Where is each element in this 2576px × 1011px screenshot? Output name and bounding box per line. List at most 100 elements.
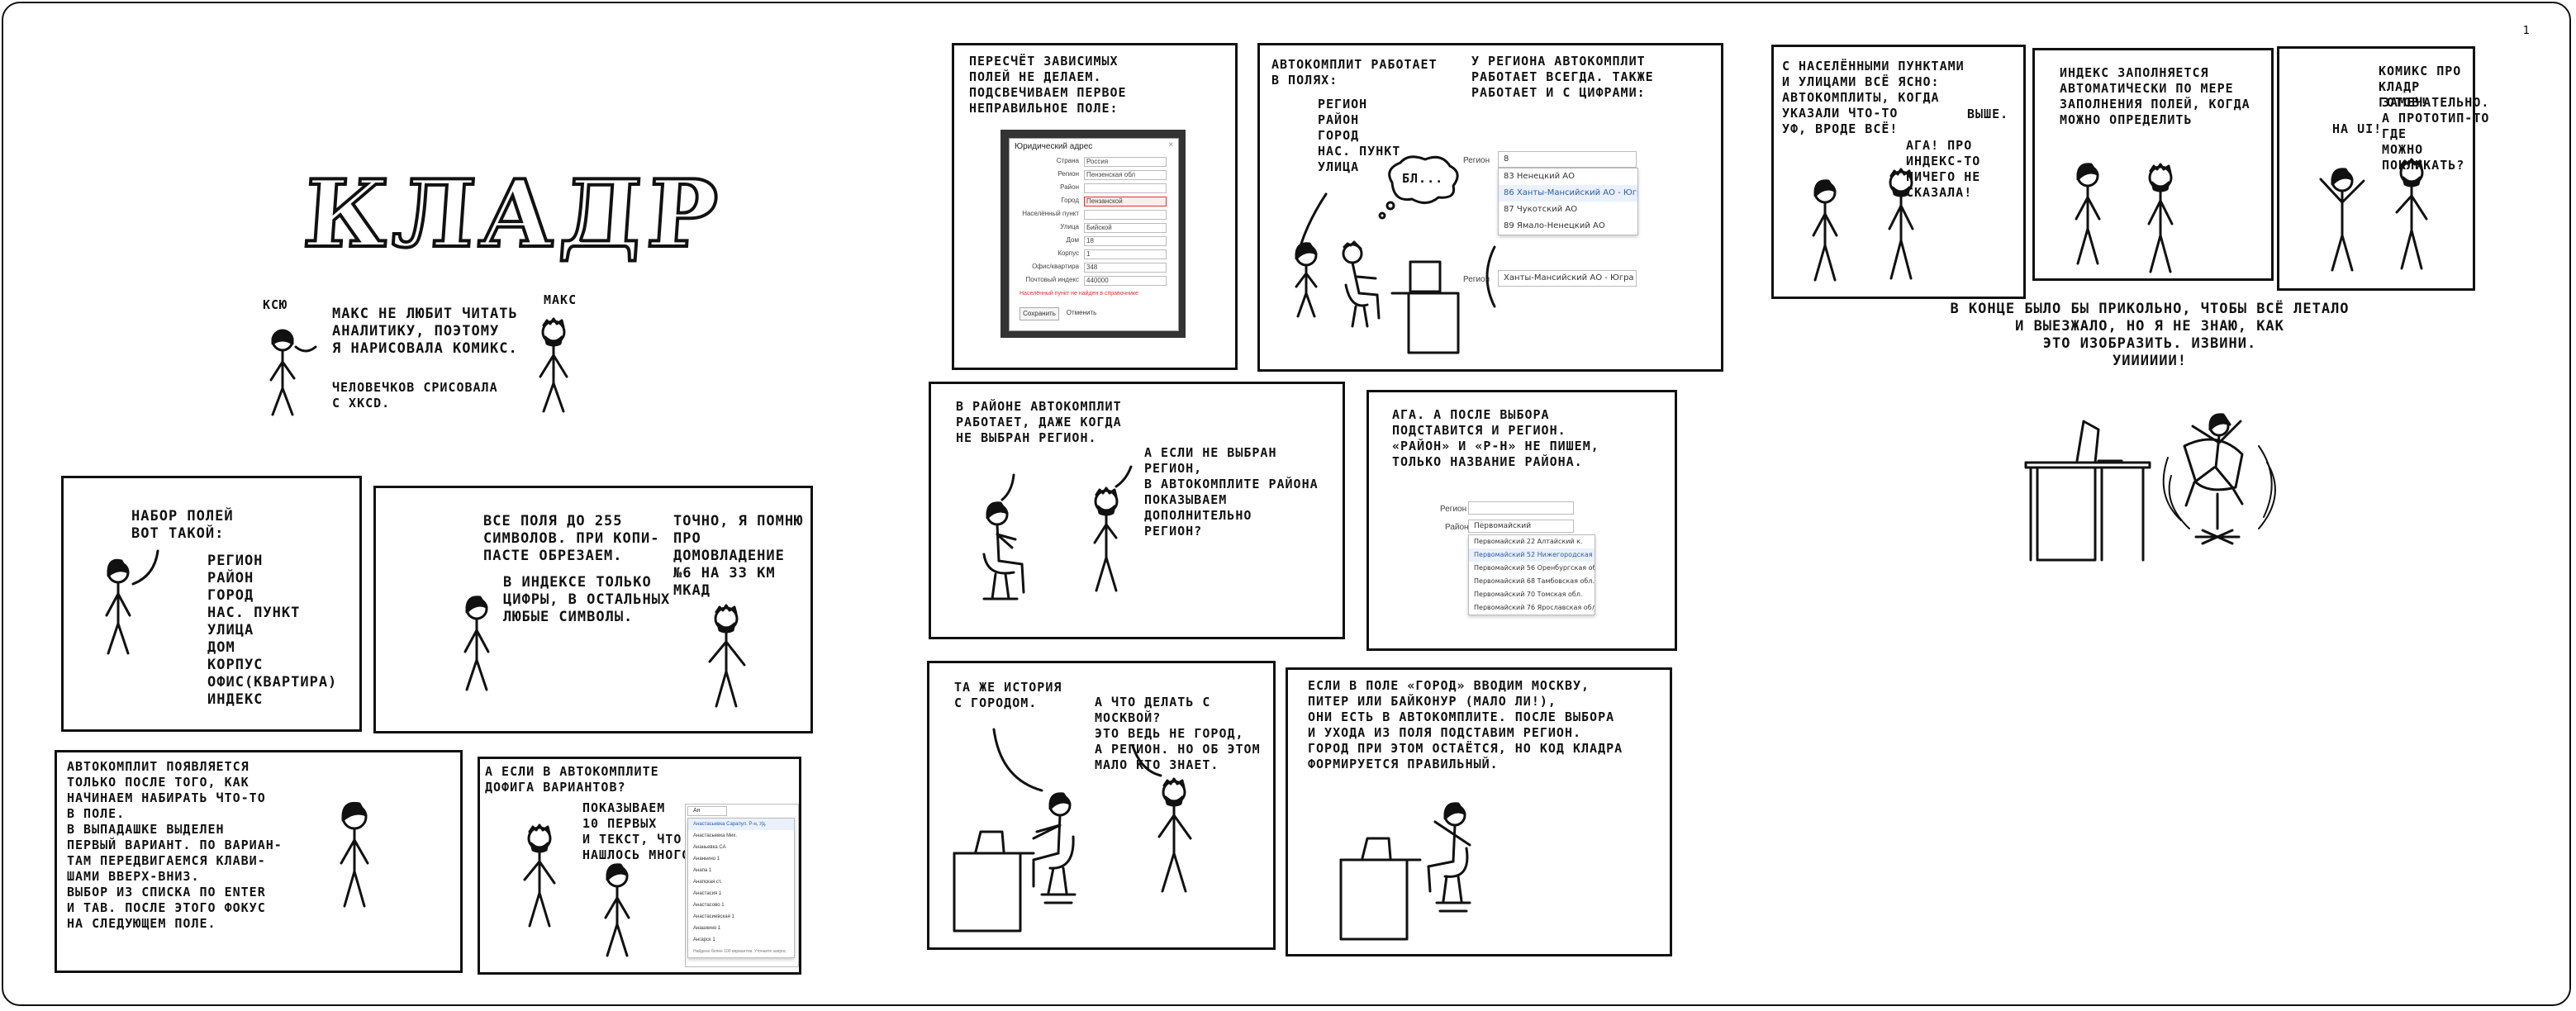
stick-figure-ksyu [604,863,630,957]
stick-figure-max [1131,744,1192,893]
stick-figure-ksyu [340,801,369,908]
stick-figure-ksyu [269,329,317,416]
stick-figure-max [2395,158,2428,270]
dialog-field-label: Дом [1066,236,1079,244]
stick-figure-at-desk [1342,240,1460,354]
p8-region-input[interactable] [1468,501,1574,515]
p6-result-input[interactable]: Ханты-Мансийский АО - Югра [1498,270,1637,287]
p8-option[interactable]: Первомайский 52 Нижегородская обл. [1469,548,1595,562]
stick-figure-max [523,824,556,928]
dialog-field-input[interactable]: 440000 [1084,276,1167,286]
stick-figure-ksyu [2075,163,2101,265]
dialog-field-label: Город [1061,197,1079,204]
panel-11: С НАСЕЛЁННЫМИ ПУНКТАМИ И УЛИЦАМИ ВСЁ ЯСН… [1771,45,2026,299]
p5-text: ПЕРЕСЧЁТ ЗАВИСИМЫХ ПОЛЕЙ НЕ ДЕЛАЕМ. ПОДС… [969,54,1127,116]
p2-text-b: В ИНДЕКСЕ ТОЛЬКО ЦИФРЫ, В ОСТАЛЬНЫХ ЛЮБЫ… [503,574,671,625]
stick-figure-ksyu [105,549,159,655]
panel-4: А ЕСЛИ В АВТОКОМПЛИТЕ ДОФИГА ВАРИАНТОВ? … [478,757,801,975]
p4-option[interactable]: Анапская ст. [688,876,794,888]
p8-rayon-label: Район [1445,523,1469,532]
stick-figure-ksyu [463,596,490,691]
panel-10: ЕСЛИ В ПОЛЕ «ГОРОД» ВВОДИМ МОСКВУ, ПИТЕР… [1286,667,1672,956]
dialog-field-label: Населённый пункт [1022,210,1079,217]
stick-figure-max [2147,163,2174,273]
address-dialog: Юридический адрес × Страна Россия Регион Пе… [1009,138,1179,331]
p7-text-b: А ЕСЛИ НЕ ВЫБРАН РЕГИОН, В АВТОКОМПЛИТЕ … [1144,445,1319,539]
p4-option[interactable]: Анастасово 1 [688,899,794,911]
p8-option[interactable]: Первомайский 68 Тамбовская обл. [1469,575,1595,588]
p4-option[interactable]: Анастасьевка Сарапул. Р-н, Уд. [688,819,794,830]
page-number: 1 [2522,25,2530,37]
dialog-field-label: Улица [1060,223,1079,230]
p8-option[interactable]: Первомайский 56 Оренбургская обл. [1469,562,1595,575]
p1-fields: РЕГИОН РАЙОН ГОРОД НАС. ПУНКТ УЛИЦА ДОМ … [207,553,338,708]
p11-text-a: С НАСЕЛЁННЫМИ ПУНКТАМИ И УЛИЦАМИ ВСЁ ЯСН… [1782,59,1965,136]
panel-3: АВТОКОМПЛИТ ПОЯВЛЯЕТСЯ ТОЛЬКО ПОСЛЕ ТОГО… [55,750,463,973]
dialog-field-label: Корпус [1057,249,1079,257]
p4-option[interactable]: Ананьино 1 [688,853,794,865]
p4-option[interactable]: Анашкино 1 [688,923,794,934]
p4-input[interactable]: Ан [687,806,727,816]
dialog-field-input[interactable]: 1 [1084,249,1167,259]
p8-option[interactable]: Первомайский 70 Томская обл. [1469,588,1595,601]
p6-region-dropdown: 83 Ненецкий АО 86 Ханты-Мансийский АО - … [1498,168,1638,235]
p4-option[interactable]: Анастасиевская 1 [688,911,794,923]
panel-1: НАБОР ПОЛЕЙ ВОТ ТАКОЙ: РЕГИОН РАЙОН ГОРО… [61,476,362,732]
p8-option[interactable]: Первомайский 76 Ярославская обл. [1469,601,1595,615]
comic-title: КЛАДР [298,159,727,270]
dialog-field-input[interactable] [1084,210,1167,220]
spinning-chair-drawing [2024,413,2276,562]
dialog-field-label: Почтовый индекс [1025,276,1080,283]
p6-region-input[interactable]: 8 [1498,151,1637,168]
dialog-field-label: Район [1060,183,1079,191]
p8-text: АГА. А ПОСЛЕ ВЫБОРА ПОДСТАВИТСЯ И РЕГИОН… [1392,407,1599,469]
p1-text: НАБОР ПОЛЕЙ ВОТ ТАКОЙ: [131,508,234,542]
p4-option[interactable]: Анастасия 1 [688,888,794,899]
p4-option[interactable]: Ангарск 1 [688,934,794,946]
p8-rayon-input[interactable]: Первомайский [1468,520,1574,533]
panel-9: ТА ЖЕ ИСТОРИЯ С ГОРОДОМ. А ЧТО ДЕЛАТЬ С … [927,661,1276,950]
p4-option[interactable]: Ананьевка СА [688,842,794,853]
dialog-field-input[interactable]: Бийской [1084,223,1167,233]
p6-text-b: У РЕГИОНА АВТОКОМПЛИТ РАБОТАЕТ ВСЕГДА. Т… [1471,54,1654,100]
p4-option[interactable]: Анастасьевка Мих. [688,830,794,842]
p6-option[interactable]: 86 Ханты-Мансийский АО - Югра [1499,185,1637,202]
dialog-error-text: Населённый пункт не найден в справочнике [1019,291,1138,297]
dialog-field-input[interactable] [1084,183,1167,193]
dialog-field-input[interactable]: Пензенская обл [1084,170,1167,180]
panel-8: АГА. А ПОСЛЕ ВЫБОРА ПОДСТАВИТСЯ И РЕГИОН… [1366,390,1677,651]
dialog-close-icon[interactable]: × [1168,140,1173,150]
ksyu-label: КСЮ [263,297,288,312]
panel-5: ПЕРЕСЧЁТ ЗАВИСИМЫХ ПОЛЕЙ НЕ ДЕЛАЕМ. ПОДС… [952,43,1238,370]
dialog-field-input[interactable]: Россия [1084,157,1167,167]
panel-7: В РАЙОНЕ АВТОКОМПЛИТ РАБОТАЕТ, ДАЖЕ КОГД… [929,382,1345,639]
stick-figure-max [708,604,746,708]
p6-option[interactable]: 87 Чукотский АО [1499,202,1637,218]
p4-dropdown: Анастасьевка Сарапул. Р-н, Уд. Анастасье… [687,818,795,958]
cancel-button[interactable]: Отменить [1062,307,1100,319]
p6-result-label: Регион [1463,275,1490,284]
dialog-field-label: Страна [1056,157,1079,164]
outro-text: В КОНЦЕ БЫЛО БЫ ПРИКОЛЬНО, ЧТОБЫ ВСЁ ЛЕТ… [1950,301,2350,369]
stick-figure-ksyu-cheer [2319,168,2365,272]
panel-6: АВТОКОМПЛИТ РАБОТАЕТ В ПОЛЯХ: РЕГИОН РАЙ… [1257,43,1723,372]
dialog-field-label: Регион [1057,170,1079,178]
save-button[interactable]: Сохранить [1019,307,1059,320]
p9-text-a: ТА ЖЕ ИСТОРИЯ С ГОРОДОМ. [954,680,1062,710]
p8-rayon-dropdown: Первомайский 22 Алтайский к. Первомайски… [1468,534,1595,615]
p4-text-b: ПОКАЗЫВАЕМ 10 ПЕРВЫХ И ТЕКСТ, ЧТО НАШЛОС… [582,800,691,862]
p6-region-label: Регион [1463,156,1490,165]
p4-option[interactable]: Анапа 1 [688,865,794,876]
p6-option[interactable]: 89 Ямало-Ненецкий АО [1499,218,1637,235]
autocomplete-many-screenshot: Ан Анастасьевка Сарапул. Р-н, Уд. Анаста… [685,804,799,967]
stick-figure-ksyu-desk [953,728,1077,933]
max-label: МАКС [544,292,577,307]
p6-option[interactable]: 83 Ненецкий АО [1499,168,1637,185]
address-dialog-screenshot: Юридический адрес × Страна Россия Регион Пе… [1000,130,1186,338]
p2-text-a: ВСЕ ПОЛЯ ДО 255 СИМВОЛОВ. ПРИ КОПИ- ПАСТ… [483,513,660,564]
p2-text-c: ТОЧНО, Я ПОМНЮ ПРО ДОМОВЛАДЕНИЕ №6 НА 33… [673,513,804,599]
dialog-field-input[interactable]: 348 [1084,263,1167,273]
p8-option[interactable]: Первомайский 22 Алтайский к. [1469,535,1595,548]
dialog-field-input-error[interactable]: Пензанской [1084,197,1167,206]
dialog-field-input[interactable]: 18 [1084,236,1167,246]
